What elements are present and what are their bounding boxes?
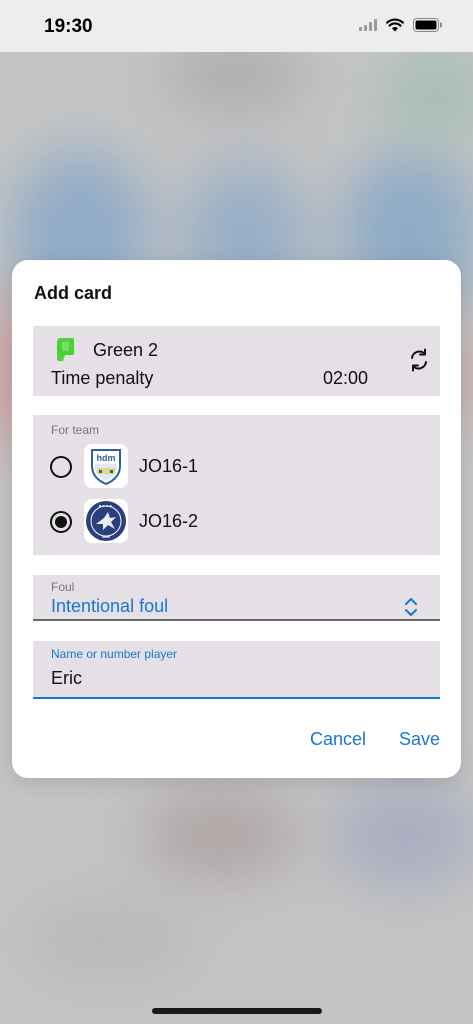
team-option-jo16-1[interactable]: hdm JO16-1 (33, 444, 440, 490)
chevron-updown-icon[interactable] (404, 597, 418, 617)
add-card-dialog: Add card Green 2 Time penalty 02:00 For … (12, 260, 461, 778)
refresh-icon[interactable] (408, 348, 430, 372)
battery-icon (413, 18, 442, 32)
team-selector: For team hdm JO16-1 JO16-2 (33, 415, 440, 555)
player-input[interactable] (51, 665, 421, 691)
radio-button-jo16-2[interactable] (50, 511, 72, 533)
card-name: Green 2 (93, 340, 159, 360)
team-option-jo16-2[interactable]: JO16-2 (33, 499, 440, 545)
team-header: For team (51, 423, 100, 437)
radio-button-jo16-1[interactable] (50, 456, 72, 478)
card-summary: Green 2 Time penalty 02:00 (33, 326, 440, 396)
team-name: JO16-1 (139, 456, 199, 476)
status-bar: 19:30 (0, 0, 473, 52)
team-name: JO16-2 (139, 511, 199, 531)
card-icon (57, 338, 74, 361)
hdm-logo: hdm (84, 444, 128, 488)
dialog-title: Add card (34, 283, 113, 303)
home-indicator[interactable] (152, 1008, 322, 1014)
save-button[interactable]: Save (399, 729, 440, 750)
foul-value[interactable]: Intentional foul (51, 596, 168, 617)
status-time: 19:30 (44, 16, 93, 37)
status-icons (359, 18, 443, 32)
pinoke-logo (84, 499, 128, 543)
player-field[interactable]: Name or number player (33, 641, 440, 699)
svg-text:hdm: hdm (97, 453, 116, 463)
player-label: Name or number player (51, 647, 178, 661)
cancel-button[interactable]: Cancel (310, 729, 366, 750)
foul-select[interactable]: Foul Intentional foul (33, 575, 440, 621)
card-duration: 02:00 (323, 368, 369, 388)
cellular-signal-icon (359, 19, 377, 31)
card-type: Time penalty (51, 368, 154, 388)
wifi-icon (386, 18, 404, 32)
foul-label: Foul (51, 580, 75, 594)
